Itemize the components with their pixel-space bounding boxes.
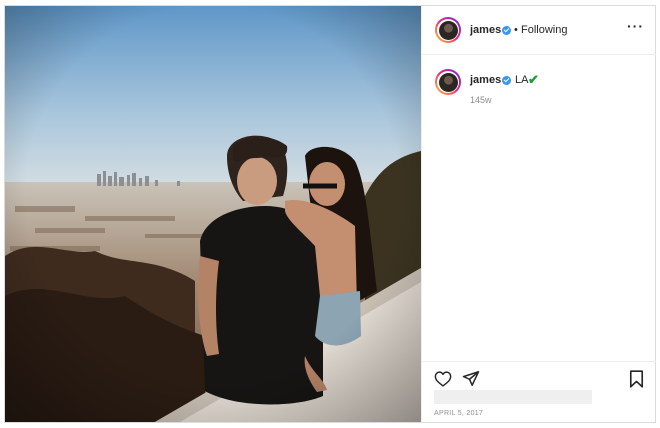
caption-avatar[interactable] (435, 69, 461, 95)
caption-time-ago[interactable]: 145w (470, 95, 492, 105)
like-button[interactable] (434, 371, 452, 392)
heart-icon (434, 371, 452, 387)
save-button[interactable] (629, 370, 644, 393)
check-mark-emoji: ✔ (528, 72, 539, 87)
post-header: james • Following ··· (422, 6, 656, 55)
caption-text: LA (515, 74, 529, 86)
verified-badge-icon (502, 26, 511, 35)
header-username[interactable]: james (470, 24, 501, 36)
avatar[interactable] (435, 17, 461, 43)
verified-badge-icon (502, 76, 511, 85)
separator-dot: • (514, 24, 518, 36)
more-options-icon[interactable]: ··· (627, 19, 644, 33)
following-button[interactable]: Following (521, 24, 567, 36)
caption-username[interactable]: james (470, 74, 501, 86)
profile-picture (438, 20, 458, 40)
post-photo[interactable] (5, 6, 421, 422)
profile-picture (438, 72, 458, 92)
post-date[interactable]: APRIL 5, 2017 (434, 410, 483, 417)
post-actions: APRIL 5, 2017 (422, 361, 656, 423)
post-sidebar: james • Following ··· james LA ✔ 145w AP… (421, 6, 656, 422)
post-image (5, 6, 421, 422)
paper-plane-icon (462, 371, 480, 386)
bookmark-icon (629, 370, 644, 388)
post-card: james • Following ··· james LA ✔ 145w AP… (4, 5, 656, 423)
likes-placeholder-bar (434, 390, 592, 404)
share-button[interactable] (462, 370, 480, 392)
